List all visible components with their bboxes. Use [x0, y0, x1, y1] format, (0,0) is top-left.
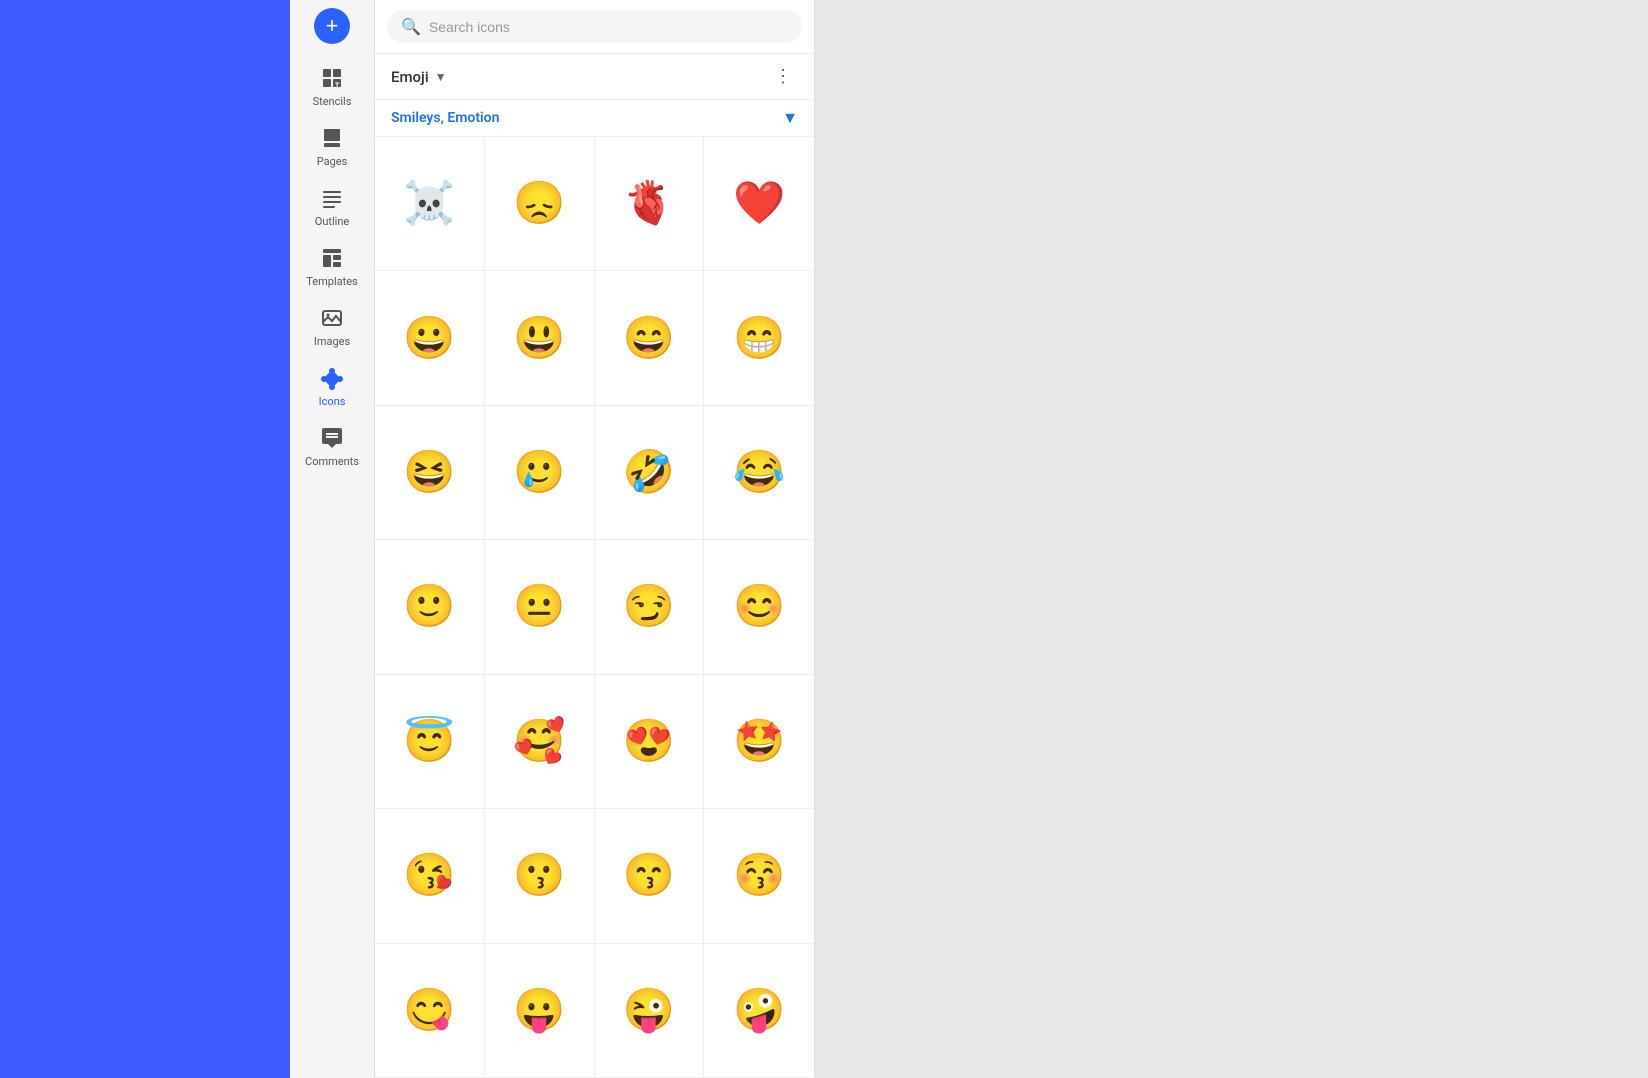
icons-panel: 🔍 Emoji ▼ ⋮ Smileys, Emotion ▼ ☠️😞🫀❤️ 😀😃😄…: [375, 0, 815, 1078]
emoji-cell[interactable]: 😃: [485, 271, 595, 405]
emoji-grid: ☠️😞🫀❤️ 😀😃😄😁 😆🥲🤣😂 🙂😐😏😊 😇🥰😍🤩 😘😗😙😚 😋😛😜🤪: [375, 137, 814, 1078]
sidebar-item-outline[interactable]: Outline: [290, 176, 374, 236]
emoji-cell[interactable]: 😊: [704, 540, 814, 674]
sidebar-item-icons-label: Icons: [319, 395, 346, 408]
sidebar: + T Stencils Pages: [290, 0, 375, 1078]
emoji-dropdown-trigger[interactable]: Emoji ▼: [391, 68, 447, 86]
emoji-label: Emoji: [391, 68, 429, 86]
emoji-cell[interactable]: 🤪: [704, 944, 814, 1078]
stencils-icon: T: [318, 64, 346, 92]
main-content: [815, 0, 1648, 1078]
emoji-cell[interactable]: 😄: [595, 271, 705, 405]
outline-icon: [318, 184, 346, 212]
sidebar-item-images[interactable]: Images: [290, 296, 374, 356]
emoji-cell[interactable]: 😞: [485, 137, 595, 271]
svg-text:T: T: [335, 82, 340, 90]
category-expand-icon: ▼: [782, 108, 798, 128]
emoji-cell[interactable]: 😗: [485, 809, 595, 943]
search-icon: 🔍: [401, 17, 421, 36]
emoji-cell[interactable]: 😆: [375, 406, 485, 540]
three-dot-menu[interactable]: ⋮: [768, 64, 798, 89]
emoji-cell[interactable]: 😚: [704, 809, 814, 943]
sidebar-item-stencils[interactable]: T Stencils: [290, 56, 374, 116]
emoji-cell[interactable]: ☠️: [375, 137, 485, 271]
sidebar-item-stencils-label: Stencils: [313, 95, 352, 108]
emoji-cell[interactable]: 😜: [595, 944, 705, 1078]
emoji-cell[interactable]: 😀: [375, 271, 485, 405]
templates-icon: [318, 244, 346, 272]
sidebar-item-icons[interactable]: Icons: [290, 356, 374, 416]
emoji-cell[interactable]: 😇: [375, 675, 485, 809]
emoji-cell[interactable]: 😘: [375, 809, 485, 943]
search-input-wrap: 🔍: [387, 10, 802, 43]
sidebar-item-pages-label: Pages: [317, 155, 348, 168]
emoji-cell[interactable]: 🤣: [595, 406, 705, 540]
category-title: Smileys, Emotion: [391, 110, 499, 126]
add-button[interactable]: +: [314, 8, 350, 44]
sidebar-item-outline-label: Outline: [315, 215, 350, 228]
emoji-cell[interactable]: 😛: [485, 944, 595, 1078]
comments-icon: [318, 424, 346, 452]
emoji-cell[interactable]: 🥰: [485, 675, 595, 809]
emoji-cell[interactable]: 😍: [595, 675, 705, 809]
sidebar-item-comments[interactable]: Comments: [290, 416, 374, 476]
icons-icon: [318, 364, 346, 392]
category-header[interactable]: Smileys, Emotion ▼: [375, 100, 814, 137]
emoji-cell[interactable]: ❤️: [704, 137, 814, 271]
search-input[interactable]: [429, 19, 788, 35]
sidebar-item-comments-label: Comments: [305, 455, 359, 468]
search-bar: 🔍: [375, 0, 814, 54]
sidebar-item-images-label: Images: [314, 335, 350, 348]
emoji-cell[interactable]: 🫀: [595, 137, 705, 271]
images-icon: [318, 304, 346, 332]
pages-icon: [318, 124, 346, 152]
sidebar-item-templates-label: Templates: [306, 275, 357, 288]
chevron-down-icon: ▼: [435, 70, 447, 84]
emoji-cell[interactable]: 🥲: [485, 406, 595, 540]
emoji-cell[interactable]: 😋: [375, 944, 485, 1078]
emoji-cell[interactable]: 😙: [595, 809, 705, 943]
emoji-cell[interactable]: 😏: [595, 540, 705, 674]
blue-left-panel: [0, 0, 290, 1078]
emoji-header: Emoji ▼ ⋮: [375, 54, 814, 100]
emoji-cell[interactable]: 🙂: [375, 540, 485, 674]
emoji-cell[interactable]: 😐: [485, 540, 595, 674]
emoji-cell[interactable]: 🤩: [704, 675, 814, 809]
emoji-cell[interactable]: 😂: [704, 406, 814, 540]
sidebar-item-pages[interactable]: Pages: [290, 116, 374, 176]
sidebar-item-templates[interactable]: Templates: [290, 236, 374, 296]
emoji-cell[interactable]: 😁: [704, 271, 814, 405]
